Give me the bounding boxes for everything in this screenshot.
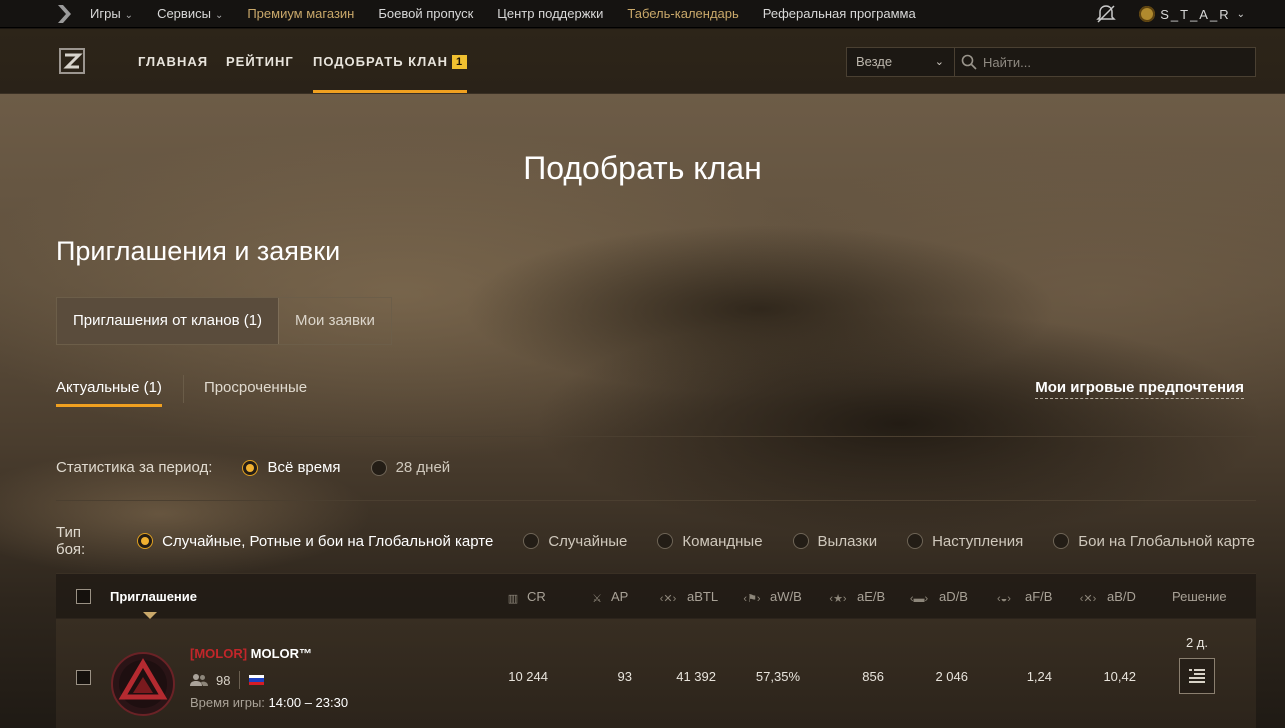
player-icon: ⚔ [592,593,602,605]
cell-adb: 2 046 [935,669,968,684]
cell-ap: 93 [617,669,632,684]
tab-count-badge: 1 [452,55,468,69]
cell-abd: 10,42 [1103,669,1136,684]
segment-clan-invitations[interactable]: Приглашения от кланов (1) [57,298,280,344]
search-bar: Везде ⌄ [846,47,1256,77]
clan-tag: [MOLOR] [190,646,248,661]
divider [56,436,1256,437]
radio-all-time[interactable]: Всё время [242,459,341,476]
tab-rating[interactable]: РЕЙТИНГ [226,29,294,93]
topbar-services[interactable]: Сервисы ⌄ [157,6,223,21]
chevron-down-icon: ⌄ [934,56,944,68]
cell-abtl: 41 392 [676,669,716,684]
russia-flag-icon [249,675,265,685]
clans-portal-logo-icon[interactable] [56,45,88,77]
section-title: Приглашения и заявки [56,236,341,266]
experience-star-icon: ‹★› [829,593,847,605]
user-menu[interactable]: S_T_A_R ⌄ [1139,6,1245,22]
col-abd[interactable]: ‹✕› aB/D [1074,574,1136,619]
divider [56,500,1256,501]
topbar-games[interactable]: Игры ⌄ [90,6,133,21]
radio-random[interactable]: Случайные [523,533,627,550]
victory-flag-icon: ‹⚑› [743,593,761,605]
clan-emblem-icon[interactable] [110,651,176,717]
subtab-expired[interactable]: Просроченные [204,373,307,407]
battles-per-day-icon: ‹✕› [1079,593,1097,605]
days-remaining: 2 д. [1185,635,1209,650]
play-time: Время игры: 14:00 – 23:30 [190,695,349,710]
radio-skirmishes[interactable]: Вылазки [792,533,877,550]
col-afb[interactable]: ‹◒› aF/B [988,574,1052,619]
status-subtabs: Актуальные (1) Просроченные [56,373,307,407]
my-game-preferences-link[interactable]: Мои игровые предпочтения [1035,379,1244,399]
top-bar: Игры ⌄ Сервисы ⌄ Премиум магазин Боевой пр… [0,0,1285,28]
cell-afb: 1,24 [1026,669,1052,684]
radio-team[interactable]: Командные [657,533,763,550]
battle-type-filter: Тип боя: Случайные, Ротные и бои на Глоб… [56,524,1285,558]
play-time-value: 14:00 – 23:30 [268,695,349,710]
period-filter: Статистика за период: Всё время 28 дней [56,459,480,476]
col-cr[interactable]: ▥ CR [504,574,546,619]
topbar-premium-shop[interactable]: Премиум магазин [247,6,354,21]
details-list-icon [1189,669,1205,683]
row-checkbox[interactable] [76,670,91,685]
battle-type-filter-label: Тип боя: [56,524,86,558]
damage-tank-icon: ‹▬› [909,593,929,605]
notifications-bell-icon[interactable] [1095,3,1117,25]
search-scope-select[interactable]: Везде ⌄ [847,48,955,76]
radio-global-map[interactable]: Бои на Глобальной карте [1053,533,1255,550]
tab-main[interactable]: ГЛАВНАЯ [138,29,208,93]
col-decision: Решение [1172,589,1227,604]
search-icon [955,48,983,76]
col-adb[interactable]: ‹▬› aD/B [904,574,968,619]
username: S_T_A_R [1160,6,1231,22]
col-ap[interactable]: ⚔ AP [588,574,628,619]
tab-find-clan[interactable]: ПОДОБРАТЬ КЛАН 1 [313,29,468,93]
clan-rating-icon: ▥ [507,593,519,605]
clan-name[interactable]: [MOLOR] MOLOR™ [190,646,312,661]
subtab-actual[interactable]: Актуальные (1) [56,373,162,407]
chevron-down-icon: ⌄ [214,10,224,21]
crossed-swords-icon: ‹✕› [659,593,677,605]
cell-cr: 10 244 [508,669,548,684]
portal-logo-icon[interactable] [56,3,78,25]
header-pointer-icon [143,612,157,619]
chevron-down-icon: ⌄ [1236,8,1245,20]
invitations-segmented-control: Приглашения от кланов (1) Мои заявки [56,297,392,345]
clan-meta: 98 [190,671,265,689]
topbar-calendar[interactable]: Табель-календарь [627,6,738,21]
segment-my-applications[interactable]: Мои заявки [279,298,391,344]
subtab-divider [182,375,184,403]
col-abtl[interactable]: ‹✕› aBTL [654,574,718,619]
topbar-support-center[interactable]: Центр поддержки [497,6,603,21]
clan-title: MOLOR™ [250,646,313,661]
table-row[interactable]: [MOLOR] MOLOR™ 98 Время игры: 14:00 – 23… [56,612,1256,728]
radio-advances[interactable]: Наступления [907,533,1023,550]
decision-button[interactable] [1179,658,1215,694]
members-icon [190,673,208,687]
cell-aeb: 856 [862,669,884,684]
radio-random-company-global[interactable]: Случайные, Ротные и бои на Глобальной ка… [137,533,493,550]
page-title: Подобрать клан [523,150,762,186]
radio-28-days[interactable]: 28 дней [370,459,450,476]
main-header: ГЛАВНАЯ РЕЙТИНГ ПОДОБРАТЬ КЛАН 1 Везде ⌄ [0,29,1285,94]
table-header: Приглашение ▥ CR ⚔ AP ‹✕› aBTL ‹⚑› aW/B ‹★› a… [56,573,1256,618]
clan-badge-icon [1139,6,1156,22]
cell-awb: 57,35% [755,669,800,684]
members-count: 98 [216,672,231,688]
topbar-referral-program[interactable]: Реферальная программа [763,6,916,21]
chevron-down-icon: ⌄ [124,10,134,21]
col-aeb[interactable]: ‹★› aE/B [824,574,885,619]
period-filter-label: Статистика за период: [56,459,213,476]
col-awb[interactable]: ‹⚑› aW/B [739,574,801,619]
topbar-battle-pass[interactable]: Боевой пропуск [378,6,473,21]
search-input[interactable] [983,48,1243,76]
frags-tank-icon: ‹◒› [997,593,1011,605]
select-all-checkbox[interactable] [76,589,91,604]
